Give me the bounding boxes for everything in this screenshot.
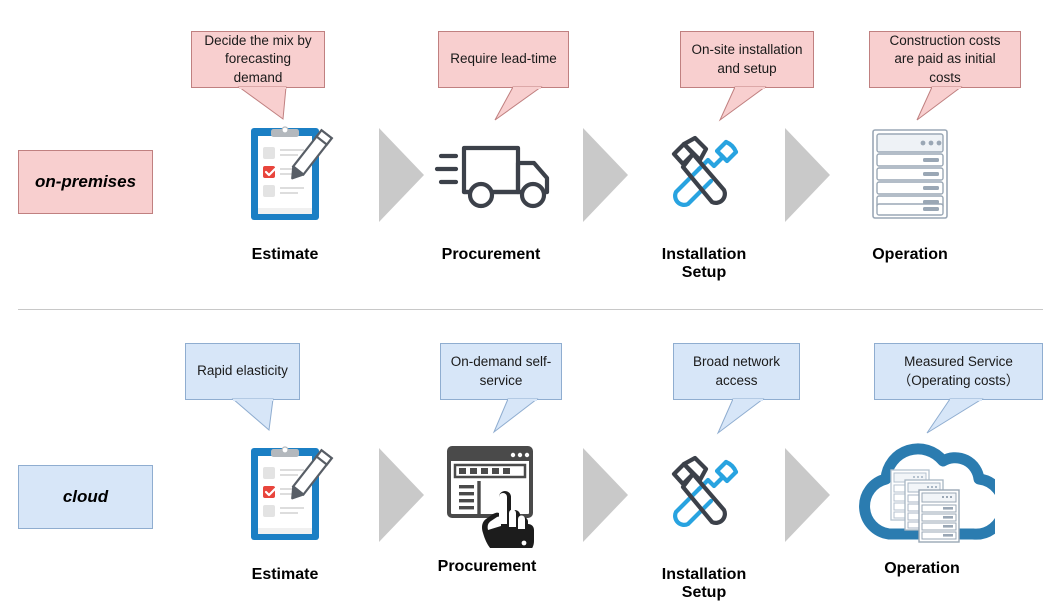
diagram-canvas: on-premises Decide the mix by forecastin… xyxy=(0,0,1061,606)
row-label-on-premises: on-premises xyxy=(18,150,153,214)
row-label-text: cloud xyxy=(62,487,109,506)
process-arrow-icon xyxy=(583,128,628,222)
delivery-truck-icon xyxy=(429,118,553,230)
browser-click-icon xyxy=(431,438,543,550)
step-cloud-installation: Installation Setup xyxy=(638,438,770,603)
step-label: Estimate xyxy=(251,246,319,263)
callout-onprem-installation: On-site installation and setup xyxy=(680,31,860,122)
callout-tail-icon xyxy=(916,86,963,121)
step-label: Procurement xyxy=(441,246,541,263)
step-label: Operation xyxy=(884,560,960,577)
row-divider xyxy=(18,309,1043,310)
step-onprem-installation: Installation Setup xyxy=(638,118,770,283)
step-onprem-procurement: Procurement xyxy=(425,118,557,264)
callout-tail-icon xyxy=(237,86,287,120)
hammer-wrench-icon xyxy=(654,438,754,550)
step-label: Installation Setup xyxy=(661,246,747,282)
process-arrow-icon xyxy=(785,448,830,542)
step-cloud-operation: Operation xyxy=(856,438,995,578)
step-onprem-operation: Operation xyxy=(844,118,976,264)
callout-tail-icon xyxy=(231,398,274,431)
callout-tail-icon xyxy=(926,398,984,434)
cloud-servers-icon xyxy=(849,438,995,550)
hammer-wrench-icon xyxy=(654,118,754,230)
callout-onprem-estimate: Decide the mix by forecasting demand xyxy=(191,31,371,121)
process-arrow-icon xyxy=(583,448,628,542)
step-label: Procurement xyxy=(437,558,537,575)
callout-tail-icon xyxy=(718,86,767,122)
step-cloud-estimate: Estimate xyxy=(219,438,351,584)
callout-onprem-procurement: Require lead-time xyxy=(438,31,618,121)
server-rack-icon xyxy=(869,118,951,230)
process-arrow-icon xyxy=(379,128,424,222)
process-arrow-icon xyxy=(379,448,424,542)
clipboard-checklist-icon xyxy=(235,118,335,230)
step-label: Estimate xyxy=(251,566,319,583)
row-label-cloud: cloud xyxy=(18,465,153,529)
callout-cloud-installation: Broad network access xyxy=(673,343,853,435)
row-label-text: on-premises xyxy=(34,172,137,191)
callout-cloud-procurement: On-demand self-service xyxy=(440,343,620,434)
callout-tail-icon xyxy=(492,398,539,434)
callout-tail-icon xyxy=(494,86,543,121)
process-arrow-icon xyxy=(785,128,830,222)
step-cloud-procurement: Procurement xyxy=(421,438,553,576)
callout-cloud-operation: Measured Service（Operating costs） xyxy=(874,343,1061,434)
clipboard-checklist-icon xyxy=(235,438,335,550)
callout-onprem-operation: Construction costs are paid as initial c… xyxy=(869,31,1059,121)
step-label: Operation xyxy=(872,246,948,263)
step-onprem-estimate: Estimate xyxy=(219,118,351,264)
callout-tail-icon xyxy=(716,398,765,435)
step-label: Installation Setup xyxy=(661,566,747,602)
callout-cloud-estimate: Rapid elasticity xyxy=(185,343,365,433)
